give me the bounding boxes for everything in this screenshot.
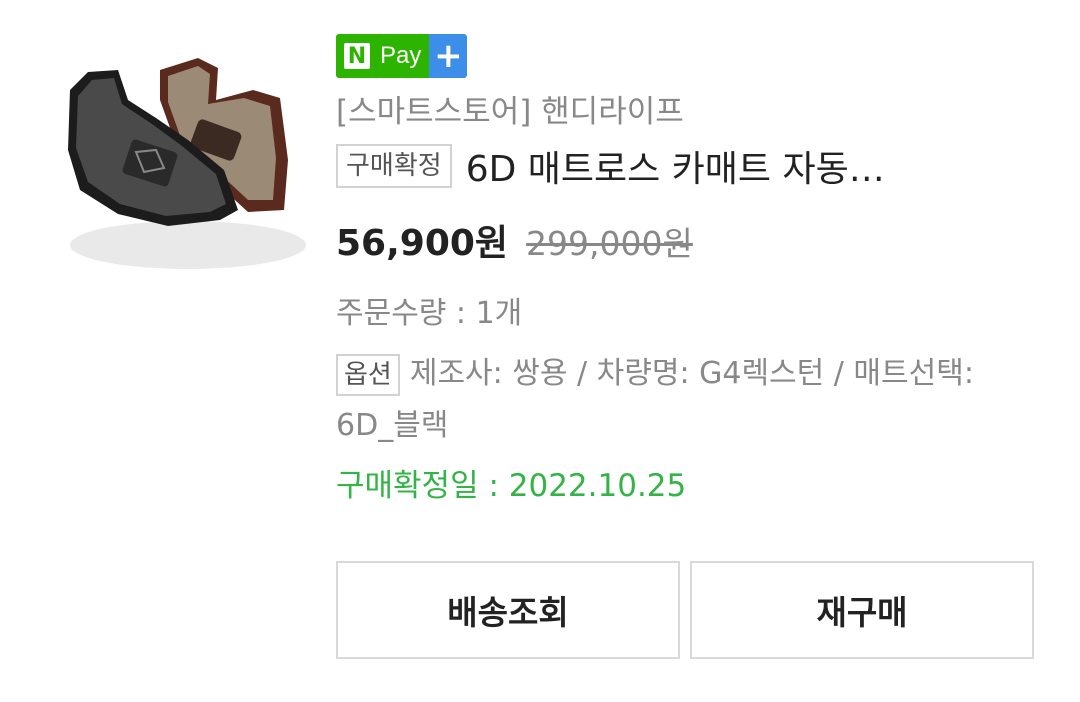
action-buttons: 배송조회 재구매 bbox=[336, 561, 1034, 659]
naver-n-icon: N bbox=[344, 43, 370, 69]
option-badge: 옵션 bbox=[336, 353, 400, 396]
pay-label: Pay bbox=[378, 34, 430, 78]
order-info: N Pay + [스마트스토어] 핸디라이프 구매확정 6D 매트로스 카매트 … bbox=[336, 34, 1036, 506]
price-row: 56,900원 299,000원 bbox=[336, 214, 1036, 266]
option-text: 제조사: 쌍용 / 차량명: G4렉스턴 / 매트선택: 6D_블랙 bbox=[336, 356, 974, 443]
plus-icon: + bbox=[429, 34, 468, 78]
store-name[interactable]: [스마트스토어] 핸디라이프 bbox=[336, 92, 1036, 132]
npay-plus-badge: N Pay + bbox=[336, 34, 468, 78]
option-info: 옵션 제조사: 쌍용 / 차량명: G4렉스턴 / 매트선택: 6D_블랙 bbox=[336, 348, 1016, 452]
product-title[interactable]: 6D 매트로스 카매트 자동… bbox=[466, 140, 885, 192]
purchase-confirm-date: 구매확정일 : 2022.10.25 bbox=[336, 468, 687, 504]
rebuy-button[interactable]: 재구매 bbox=[690, 561, 1034, 659]
sale-price: 56,900원 bbox=[336, 223, 509, 264]
product-title-row[interactable]: 구매확정 6D 매트로스 카매트 자동… bbox=[336, 142, 1036, 190]
product-thumbnail[interactable] bbox=[48, 40, 308, 280]
car-mat-image bbox=[68, 58, 306, 269]
track-delivery-button[interactable]: 배송조회 bbox=[336, 561, 680, 659]
status-badge: 구매확정 bbox=[336, 144, 452, 188]
order-quantity: 주문수량 : 1개 bbox=[336, 296, 523, 331]
original-price: 299,000원 bbox=[526, 224, 693, 263]
